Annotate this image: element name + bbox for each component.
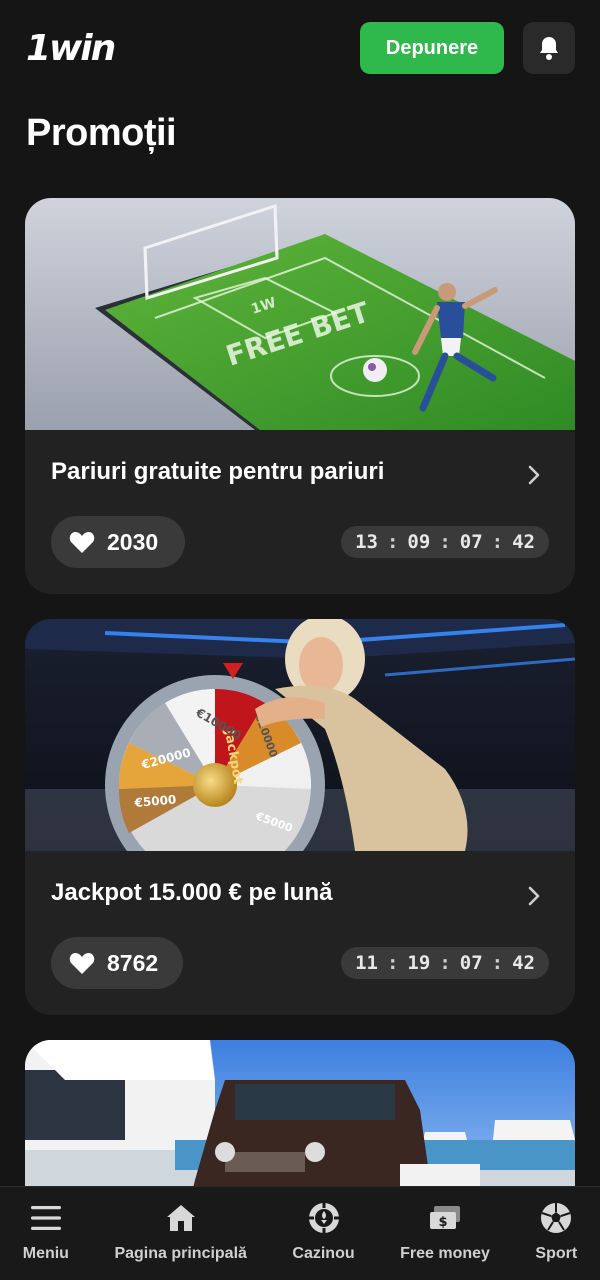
timer-hours: 09 xyxy=(407,531,431,553)
nav-item-free-money[interactable]: $ Free money xyxy=(400,1201,490,1263)
casino-chip-icon xyxy=(308,1203,339,1233)
nav-label: Cazinou xyxy=(292,1245,355,1262)
timer-separator: : xyxy=(439,531,451,553)
nav-label: Meniu xyxy=(22,1245,69,1262)
timer-separator: : xyxy=(386,531,399,553)
promo-card-free-bet[interactable]: FREE BET 1W Pariuri gratuite pentru pari… xyxy=(25,198,575,594)
nav-item-sport[interactable]: Sport xyxy=(535,1201,577,1263)
nav-label: Sport xyxy=(535,1245,578,1262)
timer-separator: : xyxy=(491,531,504,553)
timer-separator: : xyxy=(491,952,504,974)
brand-logo[interactable]: 1win xyxy=(26,28,116,69)
bell-icon xyxy=(540,37,558,60)
like-button[interactable]: 2030 xyxy=(51,516,185,568)
timer-minutes: 07 xyxy=(459,531,483,553)
nav-label: Pagina principală xyxy=(114,1245,247,1262)
timer-days: 11 xyxy=(355,952,378,974)
nav-label: Free money xyxy=(400,1245,490,1262)
promo-title: Pariuri gratuite pentru pariuri xyxy=(51,458,385,485)
promo-card-jackpot[interactable]: Jackpot €10000 €20000 €5000 €10000 €5000… xyxy=(25,619,575,1015)
top-header: 1win Depunere xyxy=(0,0,600,96)
promo-image-free-bet: FREE BET 1W xyxy=(25,198,575,430)
deposit-button[interactable]: Depunere xyxy=(360,22,504,74)
home-icon xyxy=(166,1205,195,1231)
promo-title: Jackpot 15.000 € pe lună xyxy=(51,879,333,906)
timer-separator: : xyxy=(386,952,399,974)
header-actions: Depunere xyxy=(360,22,575,74)
timer-seconds: 42 xyxy=(512,952,535,974)
soccer-ball-icon xyxy=(541,1203,572,1233)
chevron-right-icon[interactable] xyxy=(525,464,543,486)
like-count: 8762 xyxy=(107,949,159,976)
countdown-timer: 11 : 19 : 07 : 42 xyxy=(341,947,549,979)
countdown-timer: 13 : 09 : 07 : 42 xyxy=(341,526,549,558)
heart-icon xyxy=(69,953,95,974)
money-icon: $ xyxy=(430,1206,461,1230)
like-button[interactable]: 8762 xyxy=(51,937,183,989)
nav-item-home[interactable]: Pagina principală xyxy=(114,1201,247,1263)
nav-item-menu[interactable]: Meniu xyxy=(23,1201,69,1263)
notifications-button[interactable] xyxy=(523,22,575,74)
timer-seconds: 42 xyxy=(512,531,535,553)
bottom-navigation: Meniu Pagina principală Cazinou $ Free m… xyxy=(0,1186,600,1280)
page-title: Promoții xyxy=(26,112,177,154)
chevron-right-icon[interactable] xyxy=(525,885,543,907)
svg-text:$: $ xyxy=(438,1215,447,1230)
promo-image-jackpot: Jackpot €10000 €20000 €5000 €10000 €5000 xyxy=(25,619,575,851)
promo-card-body: Pariuri gratuite pentru pariuri 2030 13 … xyxy=(25,430,575,594)
heart-icon xyxy=(69,532,95,553)
promo-card-body: Jackpot 15.000 € pe lună 8762 11 : 19 : … xyxy=(25,851,575,1015)
timer-separator: : xyxy=(439,952,451,974)
like-count: 2030 xyxy=(107,528,159,555)
timer-hours: 19 xyxy=(407,952,431,974)
nav-item-casino[interactable]: Cazinou xyxy=(292,1201,355,1263)
menu-icon xyxy=(30,1206,61,1230)
timer-minutes: 07 xyxy=(459,952,483,974)
timer-days: 13 xyxy=(355,531,378,553)
